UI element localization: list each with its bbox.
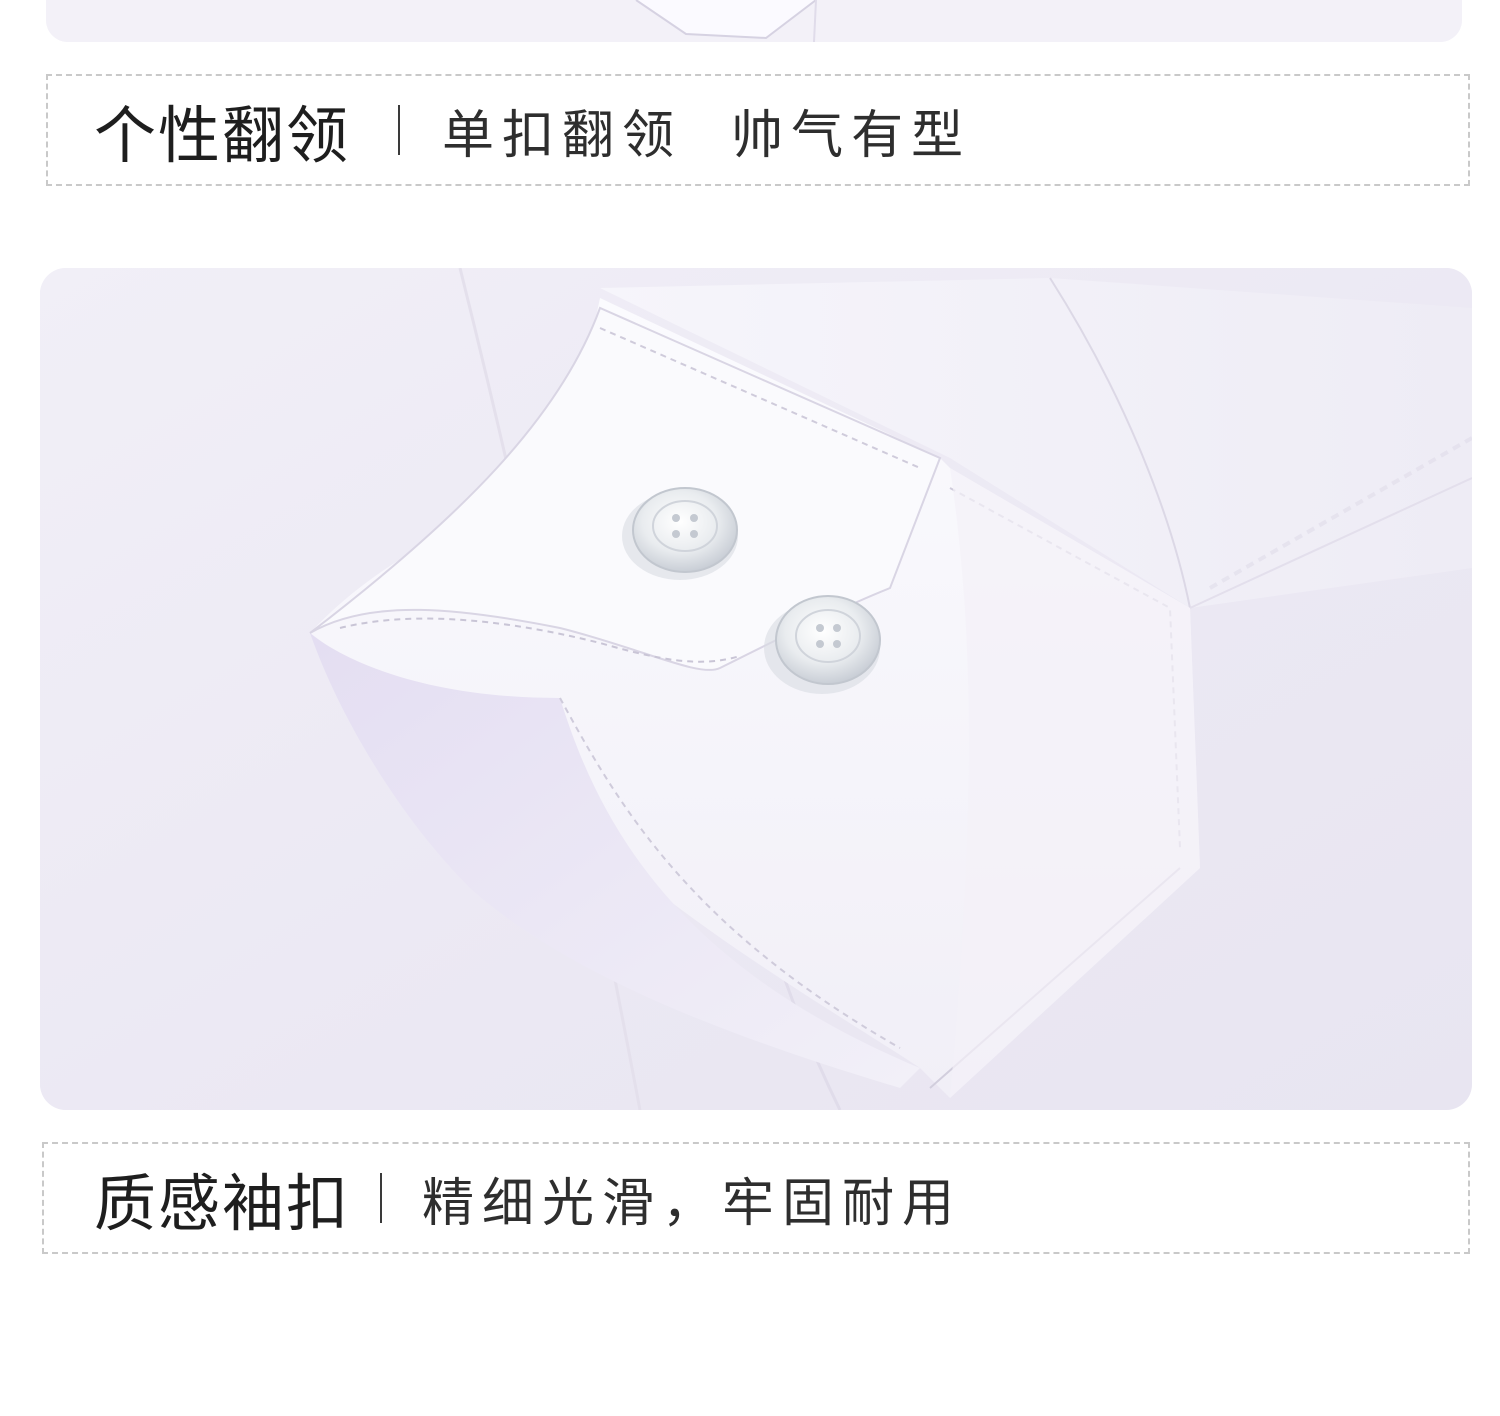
cuff-caption: 质感袖扣 精细光滑，牢固耐用 [42,1142,1470,1254]
collar-caption-subtitle: 单扣翻领 帅气有型 [442,105,972,166]
caption-divider [398,105,401,155]
collar-photo [46,0,1462,42]
caption-divider [380,1173,383,1223]
collar-caption: 个性翻领 单扣翻领 帅气有型 [46,74,1470,186]
cuff-caption-subtitle: 精细光滑，牢固耐用 [422,1173,963,1234]
product-detail-page: 个性翻领 单扣翻领 帅气有型 质感袖扣 精细光滑，牢固耐用 [0,0,1500,1416]
cuff-caption-title: 质感袖扣 [94,1167,351,1240]
cuff-photo [40,268,1472,1110]
collar-caption-title: 个性翻领 [94,99,351,172]
